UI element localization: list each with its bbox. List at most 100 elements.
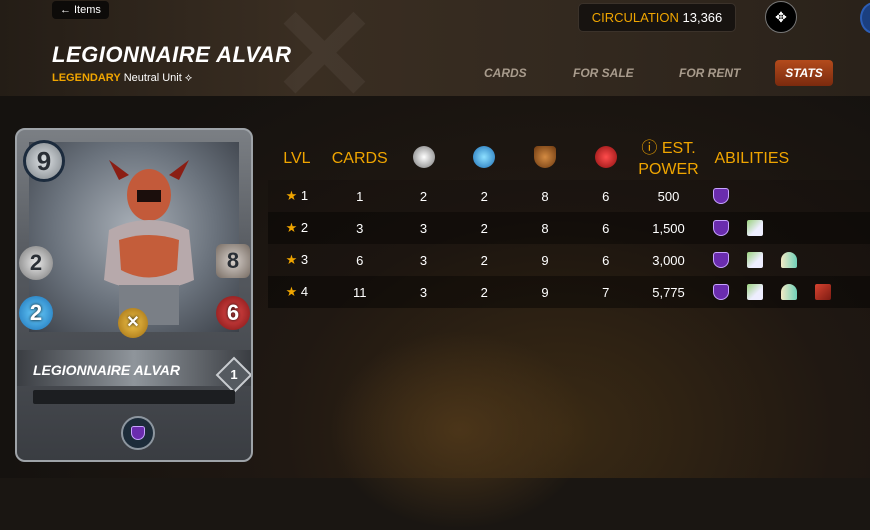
shield-icon [131, 426, 145, 440]
table-row: ★ 3 6 3 2 9 6 3,000 [268, 244, 870, 276]
mana-cost: 9 [23, 140, 65, 182]
table-row: ★ 4 11 3 2 9 7 5,775 [268, 276, 870, 308]
star-icon: ★ [286, 220, 298, 235]
power-cell: 3,000 [637, 244, 701, 276]
tab-cards[interactable]: CARDS [484, 66, 527, 80]
level-cell: ★ 1 [268, 180, 326, 212]
tab-stats[interactable]: STATS [775, 60, 833, 86]
header-magic [453, 138, 515, 180]
magic-icon [473, 146, 495, 168]
cards-cell: 11 [326, 276, 394, 308]
boots-icon[interactable] [781, 284, 797, 300]
armor-icon [534, 146, 556, 168]
health-cell: 6 [575, 244, 637, 276]
splinterlands-logo-icon[interactable]: ✥ [765, 1, 797, 33]
info-icon[interactable]: ⓘ [641, 140, 657, 157]
magic-stat: 2 [19, 296, 53, 330]
star-icon: ★ [286, 284, 298, 299]
shield-icon[interactable] [713, 188, 729, 204]
unit-type-label: Neutral Unit [124, 72, 182, 84]
level-value: 3 [301, 252, 308, 267]
table-row: ★ 1 1 2 2 8 6 500 [268, 180, 870, 212]
tab-for-rent[interactable]: FOR RENT [679, 66, 740, 80]
health-cell: 6 [575, 212, 637, 244]
card-subtitle: LEGENDARY Neutral Unit ⟡ [52, 72, 192, 85]
star-icon: ★ [286, 188, 298, 203]
blade-icon[interactable] [815, 284, 831, 300]
power-cell: 5,775 [637, 276, 701, 308]
power-cell: 1,500 [637, 212, 701, 244]
est-power-line2: POWER [638, 161, 698, 178]
legionnaire-figure [99, 160, 199, 330]
circulation-label: CIRCULATION [592, 10, 679, 25]
table-row: ★ 2 3 3 2 8 6 1,500 [268, 212, 870, 244]
tab-for-sale[interactable]: FOR SALE [573, 66, 634, 80]
armor-cell: 8 [515, 212, 575, 244]
header-melee [394, 138, 454, 180]
melee-cell: 3 [394, 276, 454, 308]
level-cell: ★ 4 [268, 276, 326, 308]
header-cards: CARDS [326, 138, 394, 180]
header-armor [515, 138, 575, 180]
rarity-label: LEGENDARY [52, 72, 121, 84]
abilities-cell [701, 180, 870, 212]
cards-cell: 3 [326, 212, 394, 244]
shield-icon[interactable] [713, 252, 729, 268]
level-value: 4 [301, 284, 308, 299]
health-cell: 6 [575, 180, 637, 212]
card-title: LEGIONNAIRE ALVAR [52, 42, 292, 68]
armor-cell: 8 [515, 180, 575, 212]
abilities-cell [701, 212, 870, 244]
arrow-left-icon: ← [60, 1, 71, 19]
header-lvl: LVL [268, 138, 326, 180]
level-value: 1 [301, 188, 308, 203]
cards-cell: 6 [326, 244, 394, 276]
magic-cell: 2 [453, 212, 515, 244]
axe-icon[interactable] [747, 284, 763, 300]
shield-icon[interactable] [713, 220, 729, 236]
card-image: 9 2 2 8 6 ✕ LEGIONNAIRE ALVAR 1 [15, 128, 253, 462]
card-name: LEGIONNAIRE ALVAR [33, 362, 180, 378]
back-label: Items [74, 1, 101, 19]
abilities-cell [701, 244, 870, 276]
shield-ability-icon [121, 416, 155, 450]
cards-cell: 1 [326, 180, 394, 212]
health-stat: 6 [216, 296, 250, 330]
header-health [575, 138, 637, 180]
melee-icon [413, 146, 435, 168]
health-cell: 7 [575, 276, 637, 308]
axe-icon[interactable] [747, 220, 763, 236]
armor-cell: 9 [515, 244, 575, 276]
card-level: 1 [223, 364, 245, 386]
level-cell: ★ 3 [268, 244, 326, 276]
heart-icon [595, 146, 617, 168]
back-to-items-button[interactable]: ← Items [52, 1, 109, 19]
header: ✕ ← Items LEGIONNAIRE ALVAR LEGENDARY Ne… [0, 0, 870, 96]
user-avatar[interactable] [860, 2, 870, 34]
level-value: 2 [301, 220, 308, 235]
star-icon: ★ [286, 252, 298, 267]
header-est-power: ⓘ EST. POWER [637, 138, 701, 180]
melee-cell: 2 [394, 180, 454, 212]
circulation-value: 13,366 [683, 10, 723, 25]
melee-cell: 3 [394, 212, 454, 244]
boots-icon[interactable] [781, 252, 797, 268]
abilities-cell [701, 276, 870, 308]
axe-icon[interactable] [747, 252, 763, 268]
level-cell: ★ 2 [268, 212, 326, 244]
magic-cell: 2 [453, 276, 515, 308]
armor-cell: 9 [515, 276, 575, 308]
melee-stat: 2 [19, 246, 53, 280]
shield-icon[interactable] [713, 284, 729, 300]
magic-cell: 2 [453, 244, 515, 276]
est-power-line1: EST. [662, 140, 696, 157]
magic-cell: 2 [453, 180, 515, 212]
melee-cell: 3 [394, 244, 454, 276]
stats-table: LVL CARDS ⓘ EST. POWER ABILITIES ★ 1 1 2… [268, 138, 870, 308]
card-description-bar [33, 390, 235, 404]
neutral-gem-icon: ✕ [118, 308, 148, 338]
power-cell: 500 [637, 180, 701, 212]
armor-stat: 8 [216, 244, 250, 278]
circulation-badge: CIRCULATION 13,366 [578, 3, 736, 32]
header-abilities: ABILITIES [701, 138, 870, 180]
